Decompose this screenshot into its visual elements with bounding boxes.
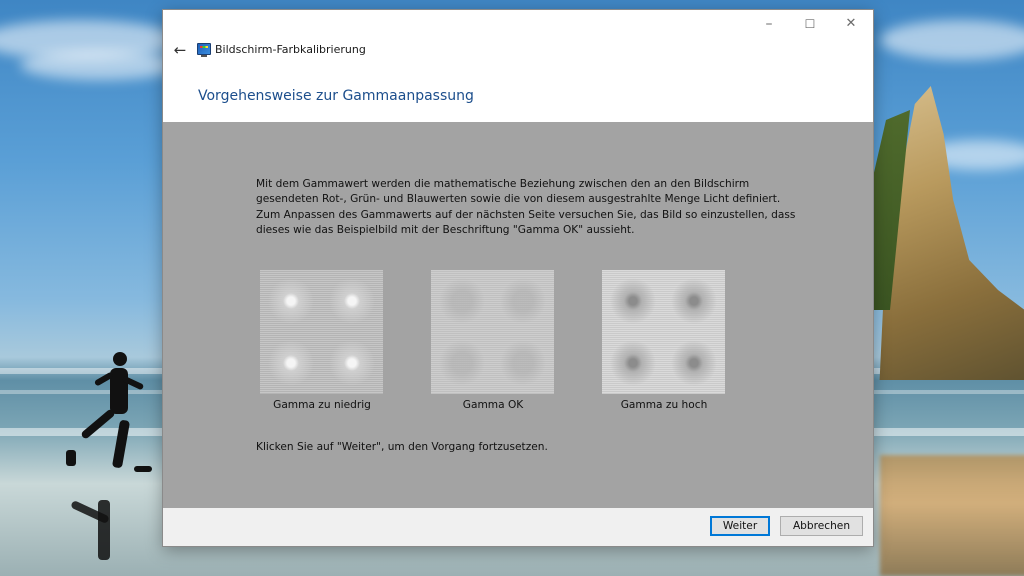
- intro-text: Mit dem Gammawert werden die mathematisc…: [256, 177, 796, 239]
- display-calibration-icon: [197, 43, 211, 57]
- intro-paragraph: Zum Anpassen des Gammawerts auf der näch…: [256, 208, 796, 237]
- intro-paragraph: Mit dem Gammawert werden die mathematisc…: [256, 178, 781, 206]
- cancel-button[interactable]: Abbrechen: [780, 516, 863, 536]
- color-calibration-window: ← Bildschirm-Farbkalibrierung – ☐ ✕ Vorg…: [163, 10, 873, 546]
- content-panel: Mit dem Gammawert werden die mathematisc…: [163, 122, 873, 508]
- sample-label-gamma-too-high: Gamma zu hoch: [620, 399, 708, 411]
- minimize-button[interactable]: –: [747, 12, 791, 36]
- page-heading: Vorgehensweise zur Gammaanpassung: [198, 88, 474, 104]
- button-bar: Weiter Abbrechen: [163, 508, 873, 546]
- maximize-button[interactable]: ☐: [788, 12, 832, 36]
- title-bar: ← Bildschirm-Farbkalibrierung – ☐ ✕: [163, 10, 873, 80]
- next-button[interactable]: Weiter: [710, 516, 770, 536]
- sample-image-gamma-too-low: [260, 270, 383, 394]
- sample-image-gamma-too-high: [602, 270, 725, 394]
- sample-image-gamma-ok: [431, 270, 554, 394]
- close-button[interactable]: ✕: [829, 12, 873, 36]
- window-title: Bildschirm-Farbkalibrierung: [215, 43, 366, 56]
- continue-hint: Klicken Sie auf "Weiter", um den Vorgang…: [256, 441, 548, 453]
- sample-label-gamma-too-low: Gamma zu niedrig: [273, 399, 371, 411]
- sample-label-gamma-ok: Gamma OK: [462, 399, 524, 411]
- back-arrow-icon[interactable]: ←: [169, 40, 191, 60]
